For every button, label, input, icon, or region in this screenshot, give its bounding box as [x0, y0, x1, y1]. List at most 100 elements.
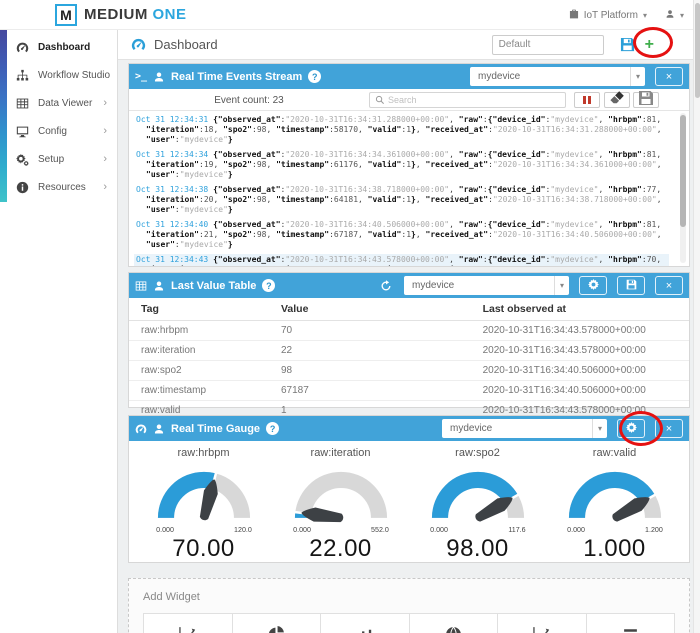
events-log[interactable]: Oct 31 12:34:31 {"observed_at":"2020-10-… — [129, 111, 689, 266]
add-widget-grid — [143, 613, 675, 633]
device-select[interactable]: mydevice ▾ — [470, 67, 645, 86]
terminal-icon: >_ — [135, 71, 147, 82]
column-header: Value — [269, 298, 471, 321]
pause-stream-button[interactable] — [574, 92, 600, 108]
gauge-value: 70.00 — [135, 535, 272, 563]
table-row[interactable]: raw:timestamp671872020-10-31T16:34:40.50… — [129, 381, 689, 401]
gauge-value: 22.00 — [272, 535, 409, 563]
sidebar-item-dashboard[interactable]: Dashboard — [0, 33, 117, 61]
add-dashboard-icon[interactable]: + — [645, 36, 654, 54]
user-icon — [665, 9, 675, 21]
save-icon — [638, 90, 654, 109]
close-panel-button[interactable]: × — [655, 67, 683, 86]
clear-stream-button[interactable] — [604, 92, 630, 108]
add-widget-globe-icon[interactable] — [409, 614, 498, 633]
column-header: Last observed at — [471, 298, 689, 321]
add-widget-line-chart-icon[interactable] — [144, 614, 232, 633]
save-icon — [626, 279, 637, 292]
device-select[interactable]: mydevice ▾ — [404, 276, 569, 295]
gauge-dial: 0.000552.0 — [283, 459, 399, 535]
briefcase-icon — [569, 9, 579, 21]
gauge-dial: 0.000120.0 — [146, 459, 262, 535]
sidebar-item-setup[interactable]: Setup› — [0, 145, 117, 173]
chevron-right-icon: › — [103, 181, 107, 193]
help-icon[interactable]: ? — [262, 279, 275, 292]
gear-icon — [626, 422, 637, 435]
gauge-raw:iteration: raw:iteration0.000552.022.00 — [272, 443, 409, 563]
log-entry[interactable]: Oct 31 12:34:38 {"observed_at":"2020-10-… — [134, 184, 669, 216]
add-widget-pie-chart-icon[interactable] — [232, 614, 321, 633]
table-row[interactable]: raw:spo2982020-10-31T16:34:40.506000+00:… — [129, 361, 689, 381]
log-entry[interactable]: Oct 31 12:34:34 {"observed_at":"2020-10-… — [134, 149, 669, 181]
chevron-down-icon: ▾ — [630, 67, 645, 86]
log-entry[interactable]: Oct 31 12:34:43 {"observed_at":"2020-10-… — [134, 254, 669, 266]
settings-button[interactable] — [579, 276, 607, 295]
page-scrollbar[interactable] — [693, 0, 700, 633]
gauge-value: 1.000 — [546, 535, 683, 563]
sidebar-item-config[interactable]: Config› — [0, 117, 117, 145]
table-row[interactable]: raw:hrbpm702020-10-31T16:34:43.578000+00… — [129, 321, 689, 341]
dashboard-gauge-icon — [16, 41, 29, 54]
gauge-raw:hrbpm: raw:hrbpm0.000120.070.00 — [135, 443, 272, 563]
table-row[interactable]: raw:iteration222020-10-31T16:34:43.57800… — [129, 341, 689, 361]
info-icon — [16, 181, 29, 194]
events-toolbar: Event count: 23 — [129, 89, 689, 111]
gauge-label: raw:iteration — [272, 447, 409, 459]
brand-name: MEDIUM ONE — [84, 6, 187, 23]
save-stream-button[interactable] — [633, 92, 659, 108]
page-title: Dashboard — [154, 37, 218, 52]
close-panel-button[interactable]: × — [655, 419, 683, 438]
close-panel-button[interactable]: × — [655, 276, 683, 295]
device-select[interactable]: mydevice ▾ — [442, 419, 607, 438]
medium-one-logo-icon[interactable]: M — [55, 4, 77, 26]
gauge-label: raw:valid — [546, 447, 683, 459]
help-icon[interactable]: ? — [266, 422, 279, 435]
add-widget-section: Add Widget — [128, 578, 690, 633]
log-entry[interactable]: Oct 31 12:34:31 {"observed_at":"2020-10-… — [134, 114, 669, 146]
panel-title: Real Time Events Stream — [171, 71, 302, 83]
gauge-value: 98.00 — [409, 535, 546, 563]
gauge-raw:spo2: raw:spo20.000117.698.00 — [409, 443, 546, 563]
platform-menu[interactable]: IoT Platform ▾ — [569, 9, 647, 21]
add-widget-bar-chart-icon[interactable] — [320, 614, 409, 633]
cogs-icon — [16, 153, 29, 166]
search-icon — [375, 95, 385, 105]
search-input[interactable] — [388, 95, 565, 105]
add-widget-rows-icon[interactable] — [586, 614, 675, 633]
workflow-icon — [16, 69, 29, 82]
svg-text:0.000: 0.000 — [430, 526, 448, 534]
chevron-right-icon: › — [103, 97, 107, 109]
sidebar-item-workflow-studio[interactable]: Workflow Studio — [0, 61, 117, 89]
chevron-down-icon: ▾ — [554, 276, 569, 295]
panel-title: Last Value Table — [171, 280, 256, 292]
pause-icon — [583, 96, 591, 104]
svg-text:0.000: 0.000 — [156, 526, 174, 534]
svg-text:0.000: 0.000 — [293, 526, 311, 534]
save-widget-button[interactable] — [617, 276, 645, 295]
gauge-raw:valid: raw:valid 0.000 1.2001.000 — [546, 443, 683, 563]
chevron-right-icon: › — [103, 125, 107, 137]
svg-text:1.200: 1.200 — [645, 526, 663, 534]
settings-button[interactable] — [617, 419, 645, 438]
sidebar: DashboardWorkflow StudioData Viewer›Conf… — [0, 30, 118, 633]
log-entry[interactable]: Oct 31 12:34:40 {"observed_at":"2020-10-… — [134, 219, 669, 251]
app-root: M MEDIUM ONE IoT Platform ▾ ▾ DashboardW… — [0, 0, 700, 633]
last-value-panel: Last Value Table ? mydevice ▾ × TagValue… — [128, 272, 690, 408]
column-header: Tag — [129, 298, 269, 321]
save-dashboard-icon[interactable] — [620, 37, 635, 52]
sidebar-item-resources[interactable]: Resources› — [0, 173, 117, 201]
desktop-icon — [16, 125, 29, 138]
refresh-icon[interactable] — [380, 280, 392, 292]
svg-text:0.000: 0.000 — [567, 526, 585, 534]
user-menu[interactable]: ▾ — [665, 9, 684, 21]
person-icon — [153, 280, 165, 292]
last-value-header: Last Value Table ? mydevice ▾ × — [129, 273, 689, 298]
gauge-header: Real Time Gauge ? mydevice ▾ × — [129, 416, 689, 441]
log-scrollbar[interactable] — [680, 113, 686, 263]
gauge-dial: 0.000117.6 — [420, 459, 536, 535]
dashboard-select-input[interactable] — [492, 35, 604, 55]
sidebar-item-data-viewer[interactable]: Data Viewer› — [0, 89, 117, 117]
help-icon[interactable]: ? — [308, 70, 321, 83]
events-stream-header: >_ Real Time Events Stream ? mydevice ▾ … — [129, 64, 689, 89]
add-widget-line-chart-icon[interactable] — [497, 614, 586, 633]
